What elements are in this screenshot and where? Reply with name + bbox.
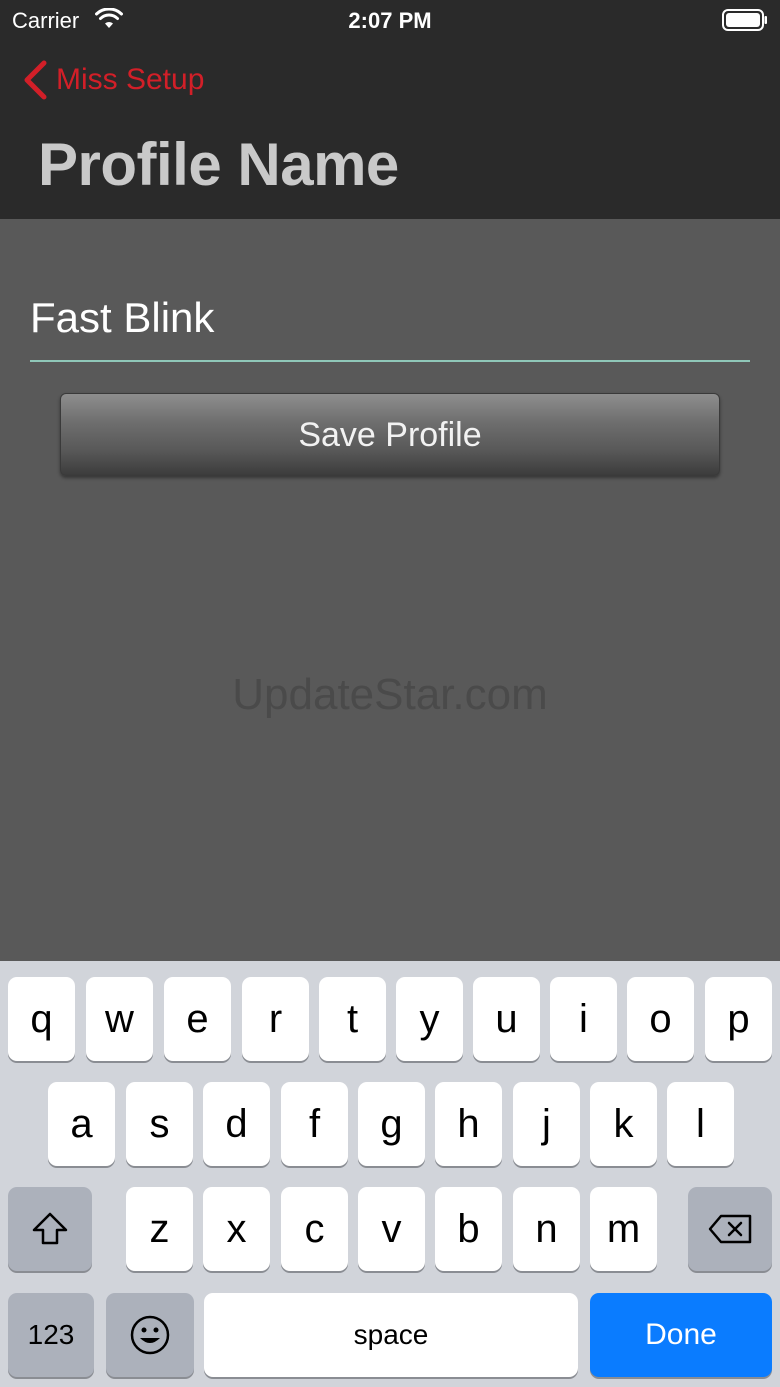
profile-name-input[interactable] xyxy=(30,276,750,360)
key-a[interactable]: a xyxy=(48,1082,115,1166)
key-t[interactable]: t xyxy=(319,977,386,1061)
space-key[interactable]: space xyxy=(204,1293,578,1377)
chevron-left-icon xyxy=(24,60,47,100)
save-profile-button[interactable]: Save Profile xyxy=(60,393,720,476)
keyboard: q w e r t y u i o p a s d f g h j k l z … xyxy=(0,961,780,1387)
key-r[interactable]: r xyxy=(242,977,309,1061)
key-u[interactable]: u xyxy=(473,977,540,1061)
key-q[interactable]: q xyxy=(8,977,75,1061)
key-x[interactable]: x xyxy=(203,1187,270,1271)
key-o[interactable]: o xyxy=(627,977,694,1061)
watermark: UpdateStar.com xyxy=(232,670,548,719)
key-m[interactable]: m xyxy=(590,1187,657,1271)
screen: Carrier 2:07 PM Miss Setup Profile Name … xyxy=(0,0,780,1387)
navigation-bar: Carrier 2:07 PM Miss Setup Profile Name xyxy=(0,0,780,219)
clock: 2:07 PM xyxy=(348,8,432,33)
key-i[interactable]: i xyxy=(550,977,617,1061)
emoji-icon xyxy=(130,1315,170,1355)
back-button[interactable]: Miss Setup xyxy=(22,58,204,102)
key-w[interactable]: w xyxy=(86,977,153,1061)
key-g[interactable]: g xyxy=(358,1082,425,1166)
emoji-key[interactable] xyxy=(106,1293,194,1377)
page-title: Profile Name xyxy=(38,131,399,198)
shift-icon xyxy=(32,1212,68,1245)
shift-key[interactable] xyxy=(8,1187,92,1271)
key-e[interactable]: e xyxy=(164,977,231,1061)
back-label: Miss Setup xyxy=(56,63,205,96)
key-f[interactable]: f xyxy=(281,1082,348,1166)
key-n[interactable]: n xyxy=(513,1187,580,1271)
done-key[interactable]: Done xyxy=(590,1293,772,1377)
status-bar: Carrier 2:07 PM xyxy=(0,0,780,40)
key-k[interactable]: k xyxy=(590,1082,657,1166)
key-b[interactable]: b xyxy=(435,1187,502,1271)
battery-icon xyxy=(722,9,767,31)
key-p[interactable]: p xyxy=(705,977,772,1061)
key-v[interactable]: v xyxy=(358,1187,425,1271)
key-s[interactable]: s xyxy=(126,1082,193,1166)
key-d[interactable]: d xyxy=(203,1082,270,1166)
key-l[interactable]: l xyxy=(667,1082,734,1166)
key-h[interactable]: h xyxy=(435,1082,502,1166)
key-c[interactable]: c xyxy=(281,1187,348,1271)
numbers-key[interactable]: 123 xyxy=(8,1293,94,1377)
key-z[interactable]: z xyxy=(126,1187,193,1271)
backspace-key[interactable] xyxy=(688,1187,772,1271)
key-y[interactable]: y xyxy=(396,977,463,1061)
backspace-icon xyxy=(708,1214,752,1244)
profile-name-field[interactable] xyxy=(30,276,750,362)
key-j[interactable]: j xyxy=(513,1082,580,1166)
